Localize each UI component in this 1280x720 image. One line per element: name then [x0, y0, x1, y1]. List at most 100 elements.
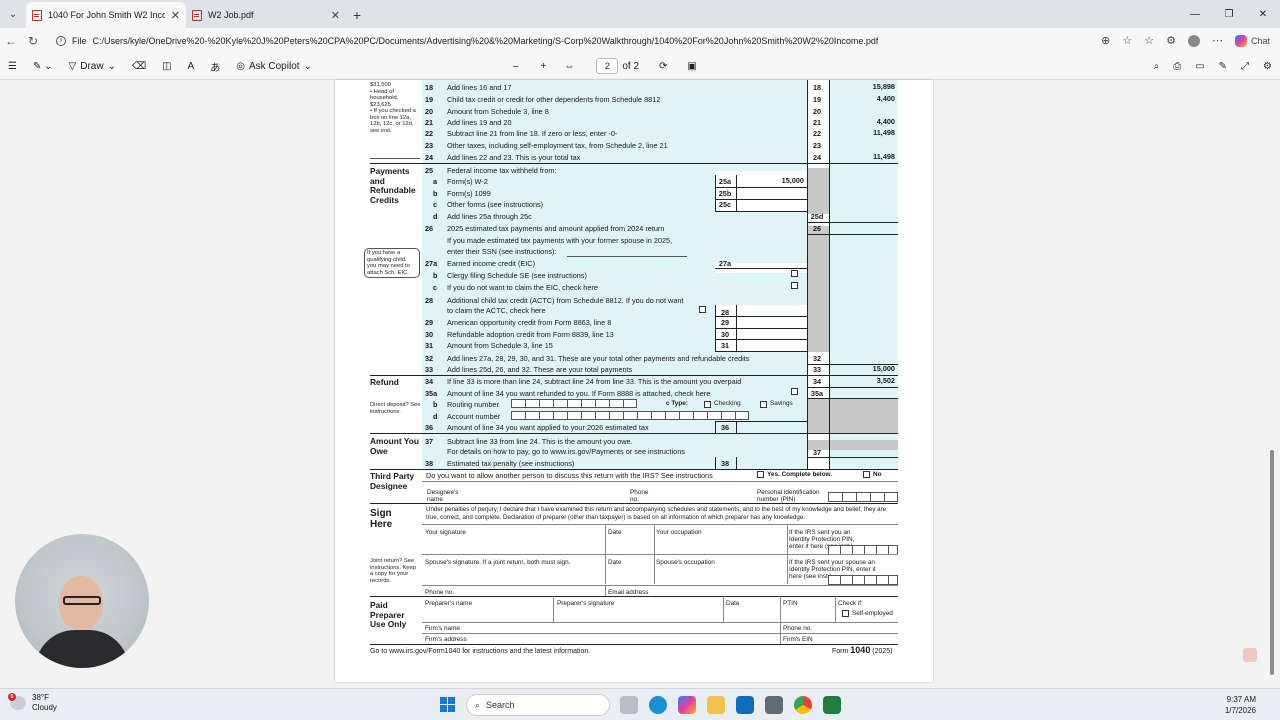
scrollbar[interactable]: [1268, 80, 1276, 682]
minimize-button[interactable]: —: [1178, 0, 1212, 28]
line-25b: b Form(s) 1099 25b: [433, 189, 732, 198]
system-clock[interactable]: 9:37 AM 1/7/2026: [1225, 694, 1256, 716]
copilot-chat-button[interactable]: Chat: [1234, 34, 1270, 47]
fullscreen-icon[interactable]: ⤢: [1241, 61, 1249, 72]
maximize-button[interactable]: ❐: [1212, 0, 1246, 28]
draw-icon[interactable]: ▽: [69, 61, 77, 72]
edge-icon[interactable]: [649, 696, 667, 714]
actc-checkbox[interactable]: [699, 306, 706, 313]
form-8888-checkbox[interactable]: [791, 388, 798, 395]
info-icon[interactable]: i: [56, 35, 66, 46]
search-icon[interactable]: ⌕: [1154, 61, 1160, 72]
line-25a-amount[interactable]: 15,000: [736, 176, 806, 185]
chevron-down-icon[interactable]: ⌄: [304, 61, 312, 72]
rotate-icon[interactable]: ⟳: [659, 61, 667, 72]
line-29: 29 American opportunity credit from Form …: [425, 318, 730, 327]
savings-checkbox[interactable]: [760, 401, 767, 408]
zoom-out-button[interactable]: –: [513, 61, 519, 72]
designee-pin-field[interactable]: [828, 492, 898, 502]
favorites-icon[interactable]: ☆: [1144, 34, 1154, 47]
translate-icon[interactable]: あ: [210, 59, 220, 74]
refresh-icon[interactable]: ↻: [22, 34, 44, 48]
pinned-apps: [620, 696, 841, 714]
routing-number-field[interactable]: [511, 399, 637, 408]
pdf-icon: [192, 9, 202, 21]
text-box-icon[interactable]: ◫: [162, 61, 171, 72]
line-21: 21 Add lines 19 and 20 21 4,400: [425, 117, 897, 127]
line-27c: c If you do not want to claim the EIC, ch…: [433, 283, 598, 292]
windows-start-icon[interactable]: [440, 697, 455, 712]
taskbar-search[interactable]: ⌕ Search: [466, 694, 610, 716]
taskbar: 5 38°F Cloudy ⌕ Search 9:37 AM 1/7/2026: [0, 688, 1280, 720]
ask-copilot-button[interactable]: Ask Copilot: [249, 61, 300, 72]
scrollbar-thumb[interactable]: [1270, 450, 1274, 675]
draw-button[interactable]: Draw: [80, 61, 103, 72]
page-number-input[interactable]: 2: [596, 58, 619, 74]
contents-icon[interactable]: ☰: [8, 61, 17, 72]
close-window-button[interactable]: ✕: [1246, 0, 1280, 28]
excel-icon[interactable]: [823, 696, 841, 714]
zoom-icon[interactable]: ⊕: [1101, 34, 1110, 47]
print-icon[interactable]: ⎙: [1173, 61, 1181, 72]
line-19-amount[interactable]: 4,400: [830, 94, 897, 103]
paid-preparer-title: Paid Preparer Use Only: [370, 600, 407, 629]
temperature: 38°F: [32, 693, 49, 702]
chrome-icon[interactable]: [794, 696, 812, 714]
self-employed-checkbox[interactable]: [842, 610, 849, 617]
line-25-label: Federal income tax withheld from:: [447, 166, 557, 175]
line-36: 36 Amount of line 34 you want applied to …: [425, 423, 730, 432]
yes-checkbox[interactable]: [757, 471, 764, 478]
pdf-viewer[interactable]: $31,500 • Head of household, $23,625 • I…: [0, 80, 1280, 688]
outlook-icon[interactable]: [736, 696, 754, 714]
back-icon[interactable]: ←: [0, 34, 22, 48]
new-tab-button[interactable]: +: [346, 2, 368, 28]
chevron-down-icon[interactable]: ⌄: [108, 61, 116, 72]
line-22-amount[interactable]: 11,498: [830, 128, 897, 137]
footer-form-id: Form 1040 (2025): [832, 645, 893, 656]
designee-name-label: Designee's name: [427, 489, 459, 503]
account-number-field[interactable]: [511, 411, 749, 420]
profile-avatar[interactable]: [1187, 34, 1200, 47]
line-28-check-text: to claim the ACTC, check here: [447, 306, 546, 315]
line-34-amount[interactable]: 3,502: [830, 376, 897, 385]
file-explorer-icon[interactable]: [707, 696, 725, 714]
clergy-checkbox[interactable]: [791, 270, 798, 277]
settings-gear-icon[interactable]: ⚙: [1263, 61, 1272, 72]
copilot-app-icon[interactable]: [678, 696, 696, 714]
weather-widget[interactable]: 5 38°F Cloudy: [8, 693, 57, 713]
read-aloud-icon[interactable]: A: [188, 61, 195, 72]
tab-1040-pdf[interactable]: 1040 For John Smith W2 Income.pdf ✕: [26, 2, 186, 28]
presenter-body: [35, 630, 129, 668]
zoom-in-button[interactable]: +: [540, 61, 546, 72]
pdf-icon: [32, 9, 42, 21]
more-menu-icon[interactable]: ⋯: [1212, 34, 1223, 47]
line-21-amount[interactable]: 4,400: [830, 117, 897, 126]
preparer-name-label: Preparer's name: [425, 600, 473, 607]
file-label: File: [72, 35, 87, 46]
calculator-icon[interactable]: [765, 696, 783, 714]
checking-checkbox[interactable]: [704, 401, 711, 408]
favorite-star-icon[interactable]: ☆: [1122, 34, 1132, 47]
extensions-icon[interactable]: ⚙: [1166, 34, 1176, 47]
designee-phone-label: Phone no.: [630, 489, 649, 503]
no-checkbox[interactable]: [863, 471, 870, 478]
task-view-icon[interactable]: [620, 696, 638, 714]
spouse-pin-field[interactable]: [828, 575, 898, 585]
eraser-icon[interactable]: ⌫: [132, 61, 146, 72]
url-field[interactable]: i File C:/Users/kyle/OneDrive%20-%20Kyle…: [50, 31, 1060, 50]
close-icon[interactable]: ✕: [331, 9, 340, 22]
highlight-icon[interactable]: ✎ ⌄: [33, 61, 53, 72]
line-18-amount[interactable]: 15,898: [830, 82, 897, 91]
save-as-icon[interactable]: ✎: [1219, 61, 1227, 72]
line-33-amount[interactable]: 15,000: [830, 364, 897, 373]
fit-page-icon[interactable]: ⇔: [564, 61, 574, 72]
save-icon[interactable]: ▭: [1195, 61, 1204, 72]
page-view-icon[interactable]: ▣: [687, 61, 696, 72]
webcam-overlay: [15, 534, 149, 668]
no-eic-checkbox[interactable]: [791, 282, 798, 289]
tab-actions-icon[interactable]: ⌄: [0, 0, 26, 28]
tab-w2-pdf[interactable]: W2 Job.pdf ✕: [186, 2, 346, 28]
account-label: Account number: [447, 412, 501, 421]
line-24-amount[interactable]: 11,498: [830, 152, 897, 161]
close-icon[interactable]: ✕: [171, 9, 180, 22]
